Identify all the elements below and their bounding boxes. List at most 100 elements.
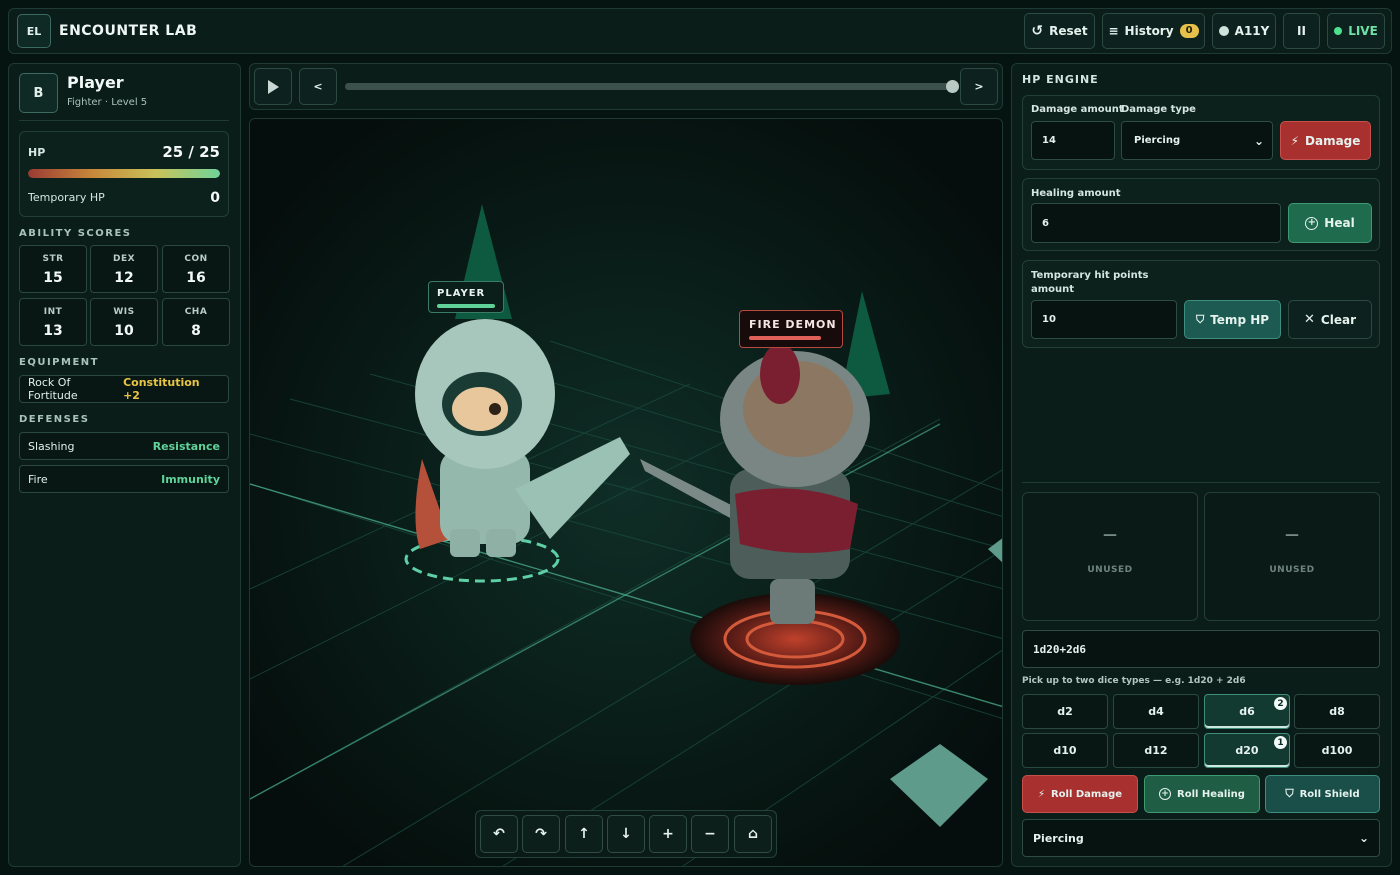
- healing-amount-value: 6: [1042, 217, 1049, 229]
- home-view-button[interactable]: ⌂: [734, 815, 772, 853]
- dice-d2-button[interactable]: d2: [1022, 694, 1108, 729]
- damage-amount-input[interactable]: 14: [1031, 121, 1115, 160]
- step-back-button[interactable]: <: [299, 68, 337, 105]
- damage-amount-label: Damage amount: [1031, 104, 1124, 115]
- dice-d10-button[interactable]: d10: [1022, 733, 1108, 768]
- dice-formula-input[interactable]: 1d20+2d6: [1022, 630, 1380, 668]
- hp-engine-title: HP ENGINE: [1022, 73, 1099, 86]
- damage-type-select[interactable]: Piercing ⌄: [1121, 121, 1273, 160]
- play-button[interactable]: [254, 68, 292, 105]
- defense-name: Fire: [28, 472, 48, 486]
- app-title: ENCOUNTER LAB: [59, 23, 198, 39]
- dice-d4-button[interactable]: d4: [1113, 694, 1199, 729]
- plus-icon: +: [662, 826, 674, 842]
- dice-label: d4: [1148, 705, 1164, 718]
- temp-hp-value: 0: [210, 190, 220, 206]
- live-indicator[interactable]: LIVE: [1327, 13, 1385, 49]
- damage-button-label: Damage: [1305, 133, 1361, 148]
- roll-healing-button[interactable]: + Roll Healing: [1144, 775, 1260, 813]
- a11y-button[interactable]: A11Y: [1212, 13, 1276, 49]
- divider: [19, 120, 229, 121]
- timeline-fill: [345, 83, 953, 90]
- defense-type: Resistance: [152, 439, 220, 453]
- defense-item-slashing[interactable]: Slashing Resistance: [19, 432, 229, 460]
- slot-label: UNUSED: [1087, 565, 1133, 575]
- dice-d20-button[interactable]: d20 1: [1204, 733, 1290, 768]
- defense-item-fire[interactable]: Fire Immunity: [19, 465, 229, 493]
- history-button[interactable]: ≡ History 0: [1102, 13, 1205, 49]
- defense-name: Slashing: [28, 439, 75, 453]
- ability-value: 12: [114, 270, 134, 286]
- roll-type-select[interactable]: Piercing ⌄: [1022, 819, 1380, 857]
- live-dot-icon: [1334, 27, 1343, 35]
- clear-button[interactable]: ✕ Clear: [1288, 300, 1372, 339]
- hp-label: HP: [28, 146, 46, 159]
- dice-label: d10: [1053, 744, 1077, 757]
- temp-hp-button[interactable]: ⛉ Temp HP: [1184, 300, 1281, 339]
- temp-hp-input-value: 10: [1042, 314, 1056, 325]
- equipment-name: Rock Of Fortitude: [28, 376, 78, 402]
- scene-viewport[interactable]: PLAYER FIRE DEMON: [249, 118, 1003, 867]
- chevron-down-icon: ⌄: [1358, 831, 1369, 845]
- player-nametag-bar: [437, 304, 495, 308]
- timeline-thumb[interactable]: [946, 80, 959, 93]
- dice-formula-value: 1d20+2d6: [1033, 642, 1086, 656]
- temp-hp-input[interactable]: 10: [1031, 300, 1177, 339]
- healing-amount-label: Healing amount: [1031, 188, 1121, 199]
- character-subtitle: Fighter · Level 5: [67, 97, 148, 108]
- roll-shield-label: Roll Shield: [1299, 788, 1360, 800]
- plus-circle-icon: +: [1305, 216, 1319, 230]
- ability-value: 8: [191, 323, 201, 339]
- temp-hp-label: Temporary HP: [28, 191, 105, 204]
- player-nametag: PLAYER: [428, 281, 504, 313]
- dice-d6-button[interactable]: d6 2: [1204, 694, 1290, 729]
- slot-dash: —: [1285, 527, 1299, 543]
- ability-wis: WIS 10: [90, 298, 158, 346]
- timeline-track[interactable]: [345, 80, 959, 93]
- rotate-right-button[interactable]: ↷: [522, 815, 560, 853]
- dice-hint: Pick up to two dice types — e.g. 1d20 + …: [1022, 676, 1246, 686]
- zoom-in-button[interactable]: +: [649, 815, 687, 853]
- roll-damage-button[interactable]: ⚡ Roll Damage: [1022, 775, 1138, 813]
- reset-label: Reset: [1049, 24, 1088, 38]
- reset-button[interactable]: ↺ Reset: [1024, 13, 1095, 49]
- tilt-up-button[interactable]: ↑: [565, 815, 603, 853]
- bolt-icon: ⚡: [1037, 788, 1045, 800]
- temp-hp-amount-label-2: amount: [1031, 284, 1075, 295]
- dice-label: d8: [1329, 705, 1345, 718]
- chevron-down-icon: ⌄: [1253, 133, 1264, 148]
- damage-button[interactable]: ⚡ Damage: [1280, 121, 1371, 160]
- dice-label: d20: [1235, 744, 1259, 757]
- rotate-left-button[interactable]: ↶: [480, 815, 518, 853]
- hp-value: 25 / 25: [162, 143, 220, 161]
- scene-canvas[interactable]: [250, 119, 1003, 867]
- pause-button[interactable]: II: [1283, 13, 1320, 49]
- clear-button-label: Clear: [1320, 312, 1356, 327]
- dice-label: d6: [1239, 705, 1255, 718]
- ability-dex: DEX 12: [90, 245, 158, 293]
- step-forward-button[interactable]: >: [960, 68, 998, 105]
- equipment-item[interactable]: Rock Of Fortitude Constitution +2: [19, 375, 229, 403]
- roll-shield-button[interactable]: ⛉ Roll Shield: [1265, 775, 1380, 813]
- roll-damage-label: Roll Damage: [1050, 788, 1123, 800]
- dice-d100-button[interactable]: d100: [1294, 733, 1380, 768]
- heal-button-label: Heal: [1324, 216, 1355, 230]
- dice-d8-button[interactable]: d8: [1294, 694, 1380, 729]
- dice-d12-button[interactable]: d12: [1113, 733, 1199, 768]
- healing-amount-input[interactable]: 6: [1031, 203, 1281, 243]
- home-icon: ⌂: [747, 826, 759, 842]
- tilt-down-button[interactable]: ↓: [607, 815, 645, 853]
- character-name: Player: [67, 73, 124, 92]
- a11y-label: A11Y: [1234, 24, 1270, 38]
- enemy-nametag-bar: [749, 336, 821, 340]
- reset-icon: ↺: [1031, 23, 1044, 39]
- chevron-left-icon: <: [313, 80, 323, 93]
- ability-key: DEX: [112, 254, 136, 264]
- scene-background: [250, 119, 1002, 866]
- dice-label: d2: [1057, 705, 1073, 718]
- temp-hp-amount-label: Temporary hit points: [1031, 270, 1149, 281]
- heal-button[interactable]: + Heal: [1288, 203, 1372, 243]
- zoom-out-button[interactable]: −: [691, 815, 729, 853]
- enemy-nametag: FIRE DEMON: [739, 310, 843, 348]
- dice-label: d12: [1144, 744, 1168, 757]
